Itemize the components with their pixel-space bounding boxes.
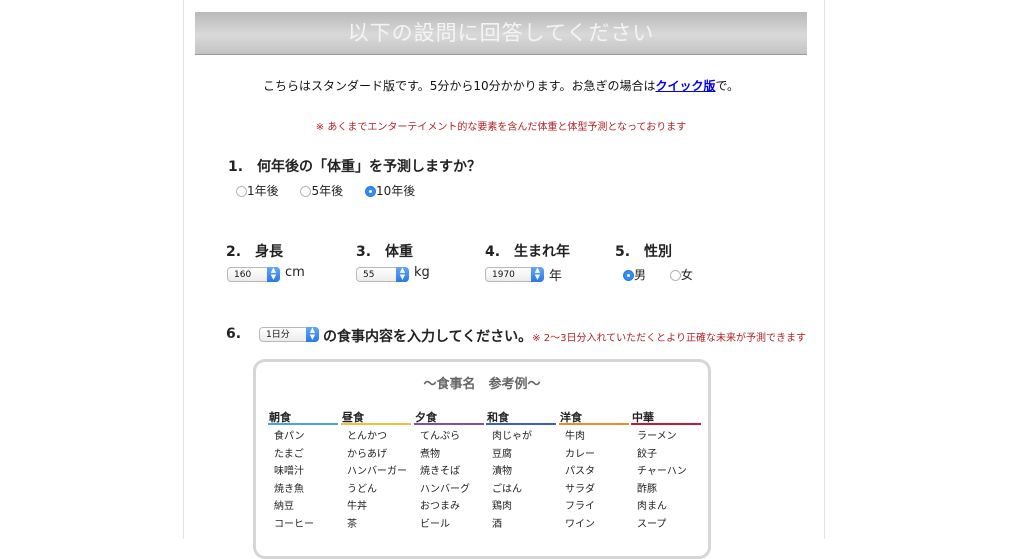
sex-option-male[interactable]: 男 (623, 268, 646, 282)
meal-item: 茶 (347, 518, 357, 530)
height-unit: cm (285, 265, 305, 280)
meal-item: 納豆 (274, 501, 294, 512)
meal-column-header: 洋食 (560, 411, 582, 424)
meal-column-header: 夕食 (415, 411, 437, 424)
sex-option-female[interactable]: 女 (669, 268, 693, 282)
intro-text-after: で。 (715, 79, 740, 93)
q6-note: ※ 2〜3日分入れていただくとより正確な未来が予測できます (532, 333, 806, 344)
sex-radio-male[interactable] (623, 270, 634, 281)
q4-label: 4. 生まれ年 (485, 244, 571, 260)
q1-option-10-years[interactable]: 10年後 (364, 184, 415, 198)
meal-item: おつまみ (420, 501, 460, 512)
meal-column-breakfast: 朝食 食パン たまご 味噌汁 焼き魚 納豆 コーヒー (268, 409, 338, 533)
intro-text: こちらはスタンダード版です。5分から10分かかります。お急ぎの場合はクイック版で… (195, 77, 807, 94)
meal-item: 鶏肉 (492, 501, 512, 512)
meal-item: サラダ (565, 483, 595, 495)
q6-line: の食事内容を入力してください。※ 2〜3日分入れていただくとより正確な未来が予測… (323, 326, 806, 346)
meal-item: 酢豚 (637, 483, 657, 495)
meal-item: 肉じゃが (492, 431, 532, 442)
meal-item: 牛肉 (565, 431, 585, 442)
meal-item: 肉まん (637, 501, 667, 512)
q1-radio-10[interactable] (364, 186, 376, 197)
height-select[interactable]: 160 ▲ ▼ (227, 267, 280, 282)
q6-number: 6. (226, 326, 242, 342)
disclaimer-note: ※ あくまでエンターテイメント的な要素を含んだ体重と体型予測となっております (315, 122, 687, 133)
meal-column-japanese: 和食 肉じゃが 豆腐 漬物 ごはん 鶏肉 酒 (486, 409, 556, 533)
q5-options: 男 女 (623, 266, 711, 283)
meal-item: たまご (274, 448, 304, 460)
meal-item: ワイン (565, 518, 595, 530)
meal-column-western: 洋食 牛肉 カレー パスタ サラダ フライ ワイン (559, 409, 629, 533)
meal-item: からあげ (347, 448, 387, 460)
meal-item: スープ (637, 518, 667, 530)
weight-select[interactable]: 55 ▲ ▼ (356, 267, 409, 282)
meal-column-header: 中華 (632, 411, 654, 424)
meal-item: 豆腐 (492, 448, 512, 460)
select-arrows-icon: ▲ ▼ (306, 327, 319, 342)
meal-item: 焼きそば (420, 466, 460, 477)
meal-item: ビール (420, 518, 450, 530)
meal-item: うどん (347, 483, 377, 495)
meal-item: 漬物 (492, 466, 512, 477)
sex-radio-female[interactable] (669, 270, 681, 281)
meal-item: ハンバーグ (420, 483, 470, 495)
meal-item: ラーメン (637, 431, 677, 442)
meal-item: 煮物 (420, 448, 440, 460)
weight-unit: kg (414, 265, 430, 280)
meal-column-lunch: 昼食 とんかつ からあげ ハンバーガー うどん 牛丼 茶 (341, 409, 411, 533)
meal-item: フライ (565, 501, 595, 512)
meal-item: 食パン (274, 431, 305, 442)
days-select[interactable]: 1日分 ▲ ▼ (259, 327, 319, 342)
meal-item: 牛丼 (347, 501, 367, 512)
meal-item: てんぷら (420, 431, 460, 442)
q5-label: 5. 性別 (615, 244, 673, 260)
meal-item: 餃子 (637, 448, 657, 460)
select-arrows-icon: ▲ ▼ (531, 267, 544, 282)
meal-column-header: 昼食 (342, 411, 364, 424)
select-arrows-icon: ▲ ▼ (396, 267, 409, 282)
page-title: 以下の設問に回答してください (195, 12, 807, 55)
meal-column-header: 朝食 (269, 411, 291, 424)
quick-version-link[interactable]: クイック版 (655, 79, 715, 93)
meal-item: 味噌汁 (274, 466, 304, 477)
meal-examples-box: 〜食事名 参考例〜 朝食 食パン たまご 味噌汁 焼き魚 納豆 コーヒー 昼食 … (253, 359, 711, 559)
select-arrows-icon: ▲ ▼ (267, 267, 280, 282)
meal-item: とんかつ (347, 431, 387, 442)
q1-radio-5[interactable] (300, 186, 312, 197)
q1-radio-1[interactable] (236, 186, 247, 197)
birth-year-unit: 年 (549, 269, 563, 284)
meal-item: チャーハン (637, 466, 687, 477)
q1-option-5-years[interactable]: 5年後 (300, 184, 343, 198)
meal-item: 焼き魚 (274, 483, 304, 495)
q1-options: 1年後 5年後 10年後 (236, 182, 433, 199)
intro-text-before: こちらはスタンダード版です。5分から10分かかります。お急ぎの場合は (262, 79, 656, 93)
q2-label: 2. 身長 (226, 244, 284, 260)
q3-label: 3. 体重 (356, 244, 414, 260)
meal-item: 酒 (492, 518, 502, 530)
q1-option-1-year[interactable]: 1年後 (236, 184, 279, 198)
meal-examples-title: 〜食事名 参考例〜 (423, 377, 541, 392)
meal-item: パスタ (565, 466, 595, 477)
meal-column-dinner: 夕食 てんぷら 煮物 焼きそば ハンバーグ おつまみ ビール (414, 409, 484, 533)
meal-column-header: 和食 (487, 411, 509, 424)
meal-column-chinese: 中華 ラーメン 餃子 チャーハン 酢豚 肉まん スープ (631, 409, 701, 533)
birth-year-select[interactable]: 1970 ▲ ▼ (485, 267, 544, 282)
meal-item: ハンバーガー (347, 466, 407, 477)
q6-label: の食事内容を入力してください。 (323, 329, 533, 345)
meal-item: カレー (565, 448, 595, 460)
meal-item: ごはん (492, 483, 522, 495)
q1-label: 1. 何年後の「体重」を予測しますか？ (228, 159, 482, 175)
meal-item: コーヒー (274, 518, 314, 530)
